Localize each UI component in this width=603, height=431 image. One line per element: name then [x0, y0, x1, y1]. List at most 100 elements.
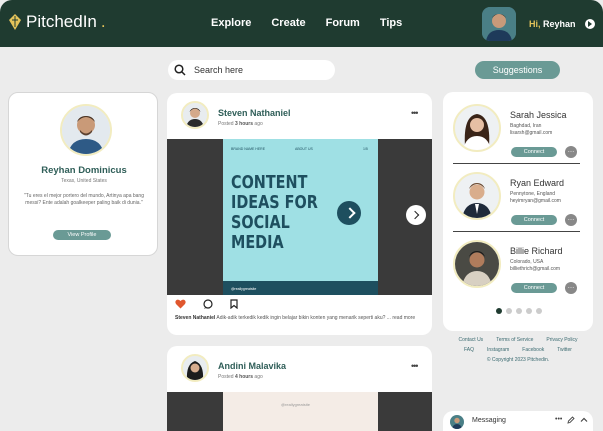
pagination-dot[interactable] [496, 308, 502, 314]
carousel-next-button[interactable] [406, 205, 426, 225]
feed-post: Steven Nathaniel Posted 3 hours ago ••• … [167, 93, 432, 335]
post-author-avatar[interactable] [181, 354, 209, 382]
logo-dot: . [100, 12, 106, 31]
profile-location: Texas, United States [61, 178, 107, 184]
greeting: Hi, Reyhan [529, 19, 576, 29]
post-menu-icon[interactable]: ••• [411, 108, 419, 118]
top-navbar: PitchedIn. Explore Create Forum Tips Hi,… [0, 0, 603, 47]
connect-button[interactable]: Connect [511, 283, 557, 293]
footer-link-instagram[interactable]: Instagram [487, 347, 509, 353]
suggestion-email: billiethrich@gmail.com [510, 266, 561, 272]
suggestion-item: Billie Richard Colorado, USA billiethric… [443, 240, 593, 300]
post-author-avatar-image [183, 356, 207, 380]
post-time-value: 4 hours [234, 374, 254, 380]
suggestions-pagination [496, 308, 542, 314]
post-author-name[interactable]: Steven Nathaniel [218, 108, 291, 118]
footer-link-privacy[interactable]: Privacy Policy [546, 337, 577, 343]
chat-bubble-icon[interactable]: … [565, 282, 577, 294]
post-author-name[interactable]: Andini Malavika [218, 361, 286, 371]
post-author-avatar-image [183, 103, 207, 127]
post-carousel: @reallygreatsite [167, 392, 432, 431]
pagination-dot[interactable] [526, 308, 532, 314]
post-caption: Steven Nathaniel Adik-adik terkedik kedi… [175, 315, 425, 322]
footer-link-contact[interactable]: Contact Us [458, 337, 483, 343]
chevron-up-icon[interactable] [580, 416, 588, 424]
post-menu-icon[interactable]: ••• [411, 361, 419, 371]
divider [453, 231, 580, 232]
profile-avatar-image [62, 106, 110, 154]
footer-links: Contact Us Terms of Service Privacy Poli… [443, 337, 593, 363]
logo-icon [9, 14, 21, 30]
connect-button[interactable]: Connect [511, 215, 557, 225]
logo[interactable]: PitchedIn. [8, 12, 106, 32]
copyright: © Copyright 2023 Pitchedin. [486, 357, 550, 363]
post-time-value: 3 hours [234, 121, 254, 127]
post-actions [175, 299, 238, 309]
pagination-dot[interactable] [506, 308, 512, 314]
profile-name: Reyhan Dominicus [41, 165, 127, 176]
caption-text: Adik-adik terkedik kedik ingin belajar b… [215, 315, 386, 321]
suggestion-city: Colorado, USA [510, 259, 544, 265]
chat-bubble-icon[interactable]: … [565, 146, 577, 158]
slide-title: CONTENT IDEAS FOR SOCIAL MEDIA [231, 172, 318, 253]
search-placeholder: Search here [194, 65, 244, 75]
messaging-label: Messaging [472, 417, 506, 424]
suggestion-name[interactable]: Billie Richard [510, 246, 563, 256]
slide-about: ABOUT US [295, 147, 313, 151]
like-heart-icon[interactable] [175, 299, 186, 309]
suggestions-panel: Sarah Jessica Baghdad, Iran lisarsh@gmai… [443, 92, 593, 331]
read-more-link[interactable]: ... read more [387, 315, 415, 321]
nav-link-create[interactable]: Create [271, 17, 305, 29]
slide-handle: @reallygreatsite [281, 402, 310, 407]
pagination-dot[interactable] [516, 308, 522, 314]
view-profile-button[interactable]: View Profile [53, 230, 111, 240]
post-carousel: BRAND NAME HERE ABOUT US 1/5 CONTENT IDE… [167, 139, 432, 295]
suggestion-name[interactable]: Sarah Jessica [510, 110, 567, 120]
caption-author: Steven Nathaniel [175, 315, 216, 321]
footer-link-faq[interactable]: FAQ [464, 347, 474, 353]
nav-link-forum[interactable]: Forum [326, 17, 360, 29]
suggestion-avatar[interactable] [453, 104, 501, 152]
user-avatar-image [482, 7, 516, 41]
user-avatar[interactable] [482, 7, 516, 41]
suggestions-button[interactable]: Suggestions [475, 61, 560, 79]
suggestion-email: lisarsh@gmail.com [510, 130, 553, 136]
connect-button[interactable]: Connect [511, 147, 557, 157]
profile-avatar [60, 104, 112, 156]
suggestion-item: Ryan Edward Pennytone, England heyimryan… [443, 172, 593, 232]
suggestion-avatar[interactable] [453, 240, 501, 288]
compose-icon[interactable] [567, 416, 575, 424]
messaging-menu-icon[interactable]: ••• [555, 416, 562, 424]
footer-link-terms[interactable]: Terms of Service [496, 337, 533, 343]
suggestion-city: Baghdad, Iran [510, 123, 542, 129]
post-slide: @reallygreatsite [223, 392, 378, 431]
pagination-dot[interactable] [536, 308, 542, 314]
comment-icon[interactable] [203, 299, 213, 309]
user-menu-caret-icon[interactable] [585, 19, 595, 29]
post-slide: BRAND NAME HERE ABOUT US 1/5 CONTENT IDE… [223, 139, 378, 295]
post-time-suffix: ago [254, 121, 263, 127]
search-input[interactable]: Search here [168, 60, 335, 80]
suggestion-avatar-image [455, 106, 499, 150]
profile-bio: "Tu eres el mejor portero del mundo, Art… [24, 193, 144, 206]
slide-handle: @reallygreatsite [231, 287, 257, 291]
slide-arrow-icon [337, 201, 361, 225]
bookmark-icon[interactable] [230, 299, 238, 309]
divider [453, 163, 580, 164]
nav-link-tips[interactable]: Tips [380, 17, 402, 29]
post-timestamp: Posted 3 hours ago [218, 121, 263, 127]
post-author-avatar[interactable] [181, 101, 209, 129]
footer-row: Contact Us Terms of Service Privacy Poli… [443, 337, 593, 343]
footer-link-twitter[interactable]: Twitter [557, 347, 572, 353]
suggestion-name[interactable]: Ryan Edward [510, 178, 564, 188]
footer-link-facebook[interactable]: Facebook [522, 347, 544, 353]
nav-link-explore[interactable]: Explore [211, 17, 251, 29]
suggestion-email: heyimryan@gmail.com [510, 198, 561, 204]
search-icon [174, 64, 186, 76]
messaging-dock[interactable]: Messaging ••• [443, 411, 593, 431]
slide-counter: 1/5 [363, 147, 368, 151]
suggestion-avatar[interactable] [453, 172, 501, 220]
chat-bubble-icon[interactable]: … [565, 214, 577, 226]
feed-post: Andini Malavika Posted 4 hours ago ••• @… [167, 346, 432, 431]
post-time-prefix: Posted [218, 374, 234, 380]
